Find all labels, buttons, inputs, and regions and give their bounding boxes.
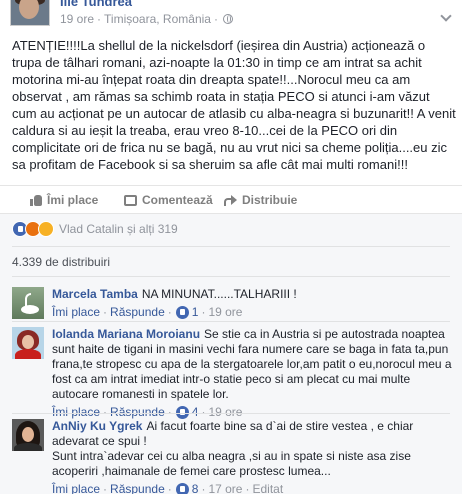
- comment-actions: Îmi place · Răspunde · 8 · 17 ore · Edit…: [52, 482, 456, 494]
- comment-icon: [124, 194, 137, 206]
- post-meta: 19 ore · Timișoara, România ·: [60, 12, 233, 26]
- post-location[interactable]: Timișoara, România: [104, 12, 211, 26]
- comment-actions: Îmi place · Răspunde · 1 · 19 ore: [52, 305, 243, 320]
- comment-body: Iolanda Mariana Moroianu Se stie ca in Au…: [52, 327, 456, 420]
- commenter-avatar[interactable]: [12, 287, 44, 319]
- meta-separator: ·: [213, 12, 218, 26]
- comment-reply-link[interactable]: Răspunde: [110, 305, 165, 320]
- avatar-face: [22, 335, 34, 349]
- divider: [12, 321, 450, 322]
- avatar-face: [19, 0, 39, 19]
- avatar-face: [22, 427, 34, 442]
- commenter-name[interactable]: AnNiy Ku Ygrek: [52, 419, 142, 433]
- avatar-shoulders: [14, 443, 42, 451]
- commenter-name[interactable]: Iolanda Mariana Moroianu: [52, 327, 200, 341]
- comment-text-continued: Sunt intra`adevar cei cu alba neagra ,si…: [52, 449, 411, 478]
- post-action-bar: Îmi place Comentează Distribuie: [0, 185, 462, 213]
- wow-reaction-icon: [38, 221, 54, 237]
- comment-time[interactable]: 19 ore: [208, 305, 242, 320]
- share-button-label: Distribuie: [242, 193, 298, 207]
- commenter-avatar[interactable]: [12, 419, 44, 451]
- comment-time[interactable]: 17 ore: [208, 482, 242, 494]
- comment-like-count[interactable]: 1: [192, 305, 199, 320]
- author-avatar[interactable]: [10, 0, 50, 26]
- commenter-name[interactable]: Marcela Tamba: [52, 287, 138, 301]
- like-count-icon: [175, 306, 189, 319]
- comment-button-label: Comentează: [142, 193, 213, 207]
- comment-edited-label[interactable]: Editat: [252, 482, 283, 494]
- share-icon: [224, 194, 237, 206]
- chevron-down-icon[interactable]: [440, 10, 452, 22]
- comment-like-count[interactable]: 8: [192, 482, 199, 494]
- comment-text: NA MINUNAT......TALHARIII !: [141, 287, 297, 301]
- reactions-summary[interactable]: Vlad Catalin și alți 319: [12, 221, 178, 237]
- avatar-shoulders: [15, 349, 41, 359]
- comment-like-link[interactable]: Îmi place: [52, 305, 100, 320]
- commenter-avatar[interactable]: [12, 327, 44, 359]
- divider: [12, 246, 450, 247]
- like-count-icon: [175, 483, 189, 494]
- reactions-label: Vlad Catalin și alți 319: [59, 222, 178, 236]
- globe-icon[interactable]: [222, 14, 233, 24]
- thumbs-up-icon: [30, 194, 42, 206]
- post-time[interactable]: 19 ore: [60, 12, 94, 26]
- divider: [12, 413, 450, 414]
- comment-body: AnNiy Ku Ygrek Ai facut foarte bine sa d`…: [52, 419, 456, 494]
- like-button[interactable]: Îmi place: [30, 193, 98, 207]
- post-author-name[interactable]: Ille Tundrea: [60, 0, 132, 9]
- post-text: ATENȚIE!!!!La shellul de la nickelsdorf …: [12, 38, 456, 172]
- like-button-label: Îmi place: [47, 193, 99, 207]
- swan-body: [21, 305, 39, 314]
- comment-body: Marcela Tamba NA MINUNAT......TALHARIII !…: [52, 287, 456, 320]
- shares-count[interactable]: 4.339 de distribuiri: [12, 255, 110, 269]
- comment-like-link[interactable]: Îmi place: [52, 482, 100, 494]
- comment-button[interactable]: Comentează: [124, 193, 213, 207]
- meta-separator: ·: [97, 12, 102, 26]
- comment-reply-link[interactable]: Răspunde: [110, 482, 165, 494]
- divider: [12, 276, 450, 277]
- share-button[interactable]: Distribuie: [224, 193, 297, 207]
- post-header: Ille Tundrea 19 ore · Timișoara, România…: [0, 0, 462, 30]
